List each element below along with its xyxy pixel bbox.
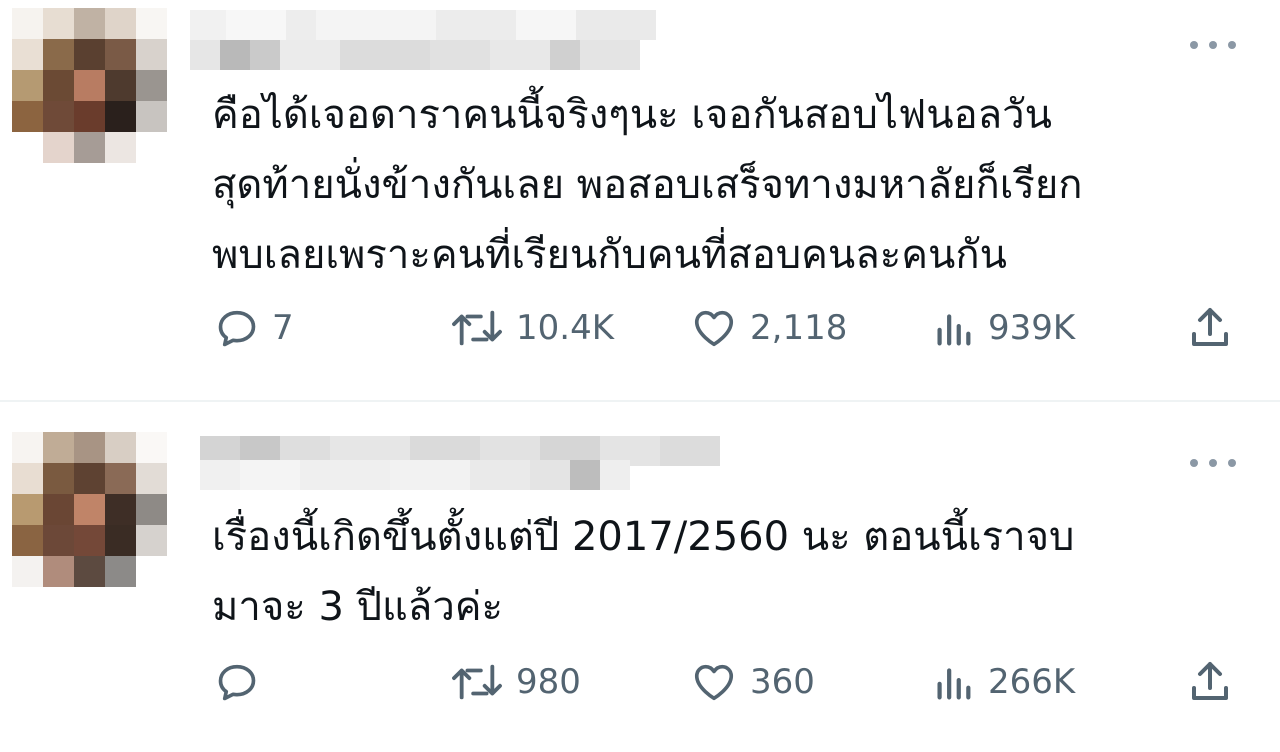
retweet-icon <box>452 664 502 700</box>
tweet-text: เรื่องนี้เกิดขึ้นตั้งแต่ปี 2017/2560 นะ … <box>212 514 1075 630</box>
retweet-button[interactable]: 980 <box>450 654 581 710</box>
views-count: 939K <box>988 308 1076 348</box>
like-button[interactable]: 2,118 <box>690 300 847 356</box>
tweet-actions: 7 10.4K 2,118 939K <box>212 300 1242 356</box>
reply-count: 7 <box>272 308 294 348</box>
heart-icon <box>694 310 734 347</box>
more-icon <box>1190 41 1198 49</box>
more-icon <box>1190 459 1198 467</box>
tweet-actions: 980 360 266K <box>212 654 1242 710</box>
retweet-count: 980 <box>516 662 581 702</box>
views-count: 266K <box>988 662 1076 702</box>
like-count: 2,118 <box>750 308 848 348</box>
views-button[interactable]: 939K <box>930 300 1075 356</box>
retweet-count: 10.4K <box>516 308 614 348</box>
reply-button[interactable]: 7 <box>214 300 294 356</box>
retweet-button[interactable]: 10.4K <box>450 300 614 356</box>
reply-icon <box>218 310 256 347</box>
reply-icon <box>218 664 256 701</box>
like-button[interactable]: 360 <box>690 654 815 710</box>
avatar[interactable] <box>12 8 167 163</box>
like-count: 360 <box>750 662 815 702</box>
more-options-button[interactable] <box>1190 40 1236 50</box>
author-handle[interactable] <box>200 460 630 490</box>
heart-icon <box>694 664 734 701</box>
share-button[interactable] <box>1186 300 1234 356</box>
share-icon <box>1192 662 1228 700</box>
share-button[interactable] <box>1186 654 1234 710</box>
retweet-icon <box>452 310 502 346</box>
tweet[interactable]: คือได้เจอดาราคนนี้จริงๆนะ เจอกันสอบไฟนอล… <box>0 0 1280 400</box>
views-button[interactable]: 266K <box>930 654 1075 710</box>
more-options-button[interactable] <box>1190 458 1236 468</box>
views-icon <box>937 668 971 700</box>
author-handle[interactable] <box>190 40 640 70</box>
tweet-text: คือได้เจอดาราคนนี้จริงๆนะ เจอกันสอบไฟนอล… <box>212 92 1083 278</box>
avatar[interactable] <box>12 432 167 587</box>
reply-button[interactable] <box>214 654 272 710</box>
share-icon <box>1192 308 1228 346</box>
author-name[interactable] <box>190 10 656 40</box>
views-icon <box>937 314 971 346</box>
tweet[interactable]: เรื่องนี้เกิดขึ้นตั้งแต่ปี 2017/2560 นะ … <box>0 402 1280 752</box>
